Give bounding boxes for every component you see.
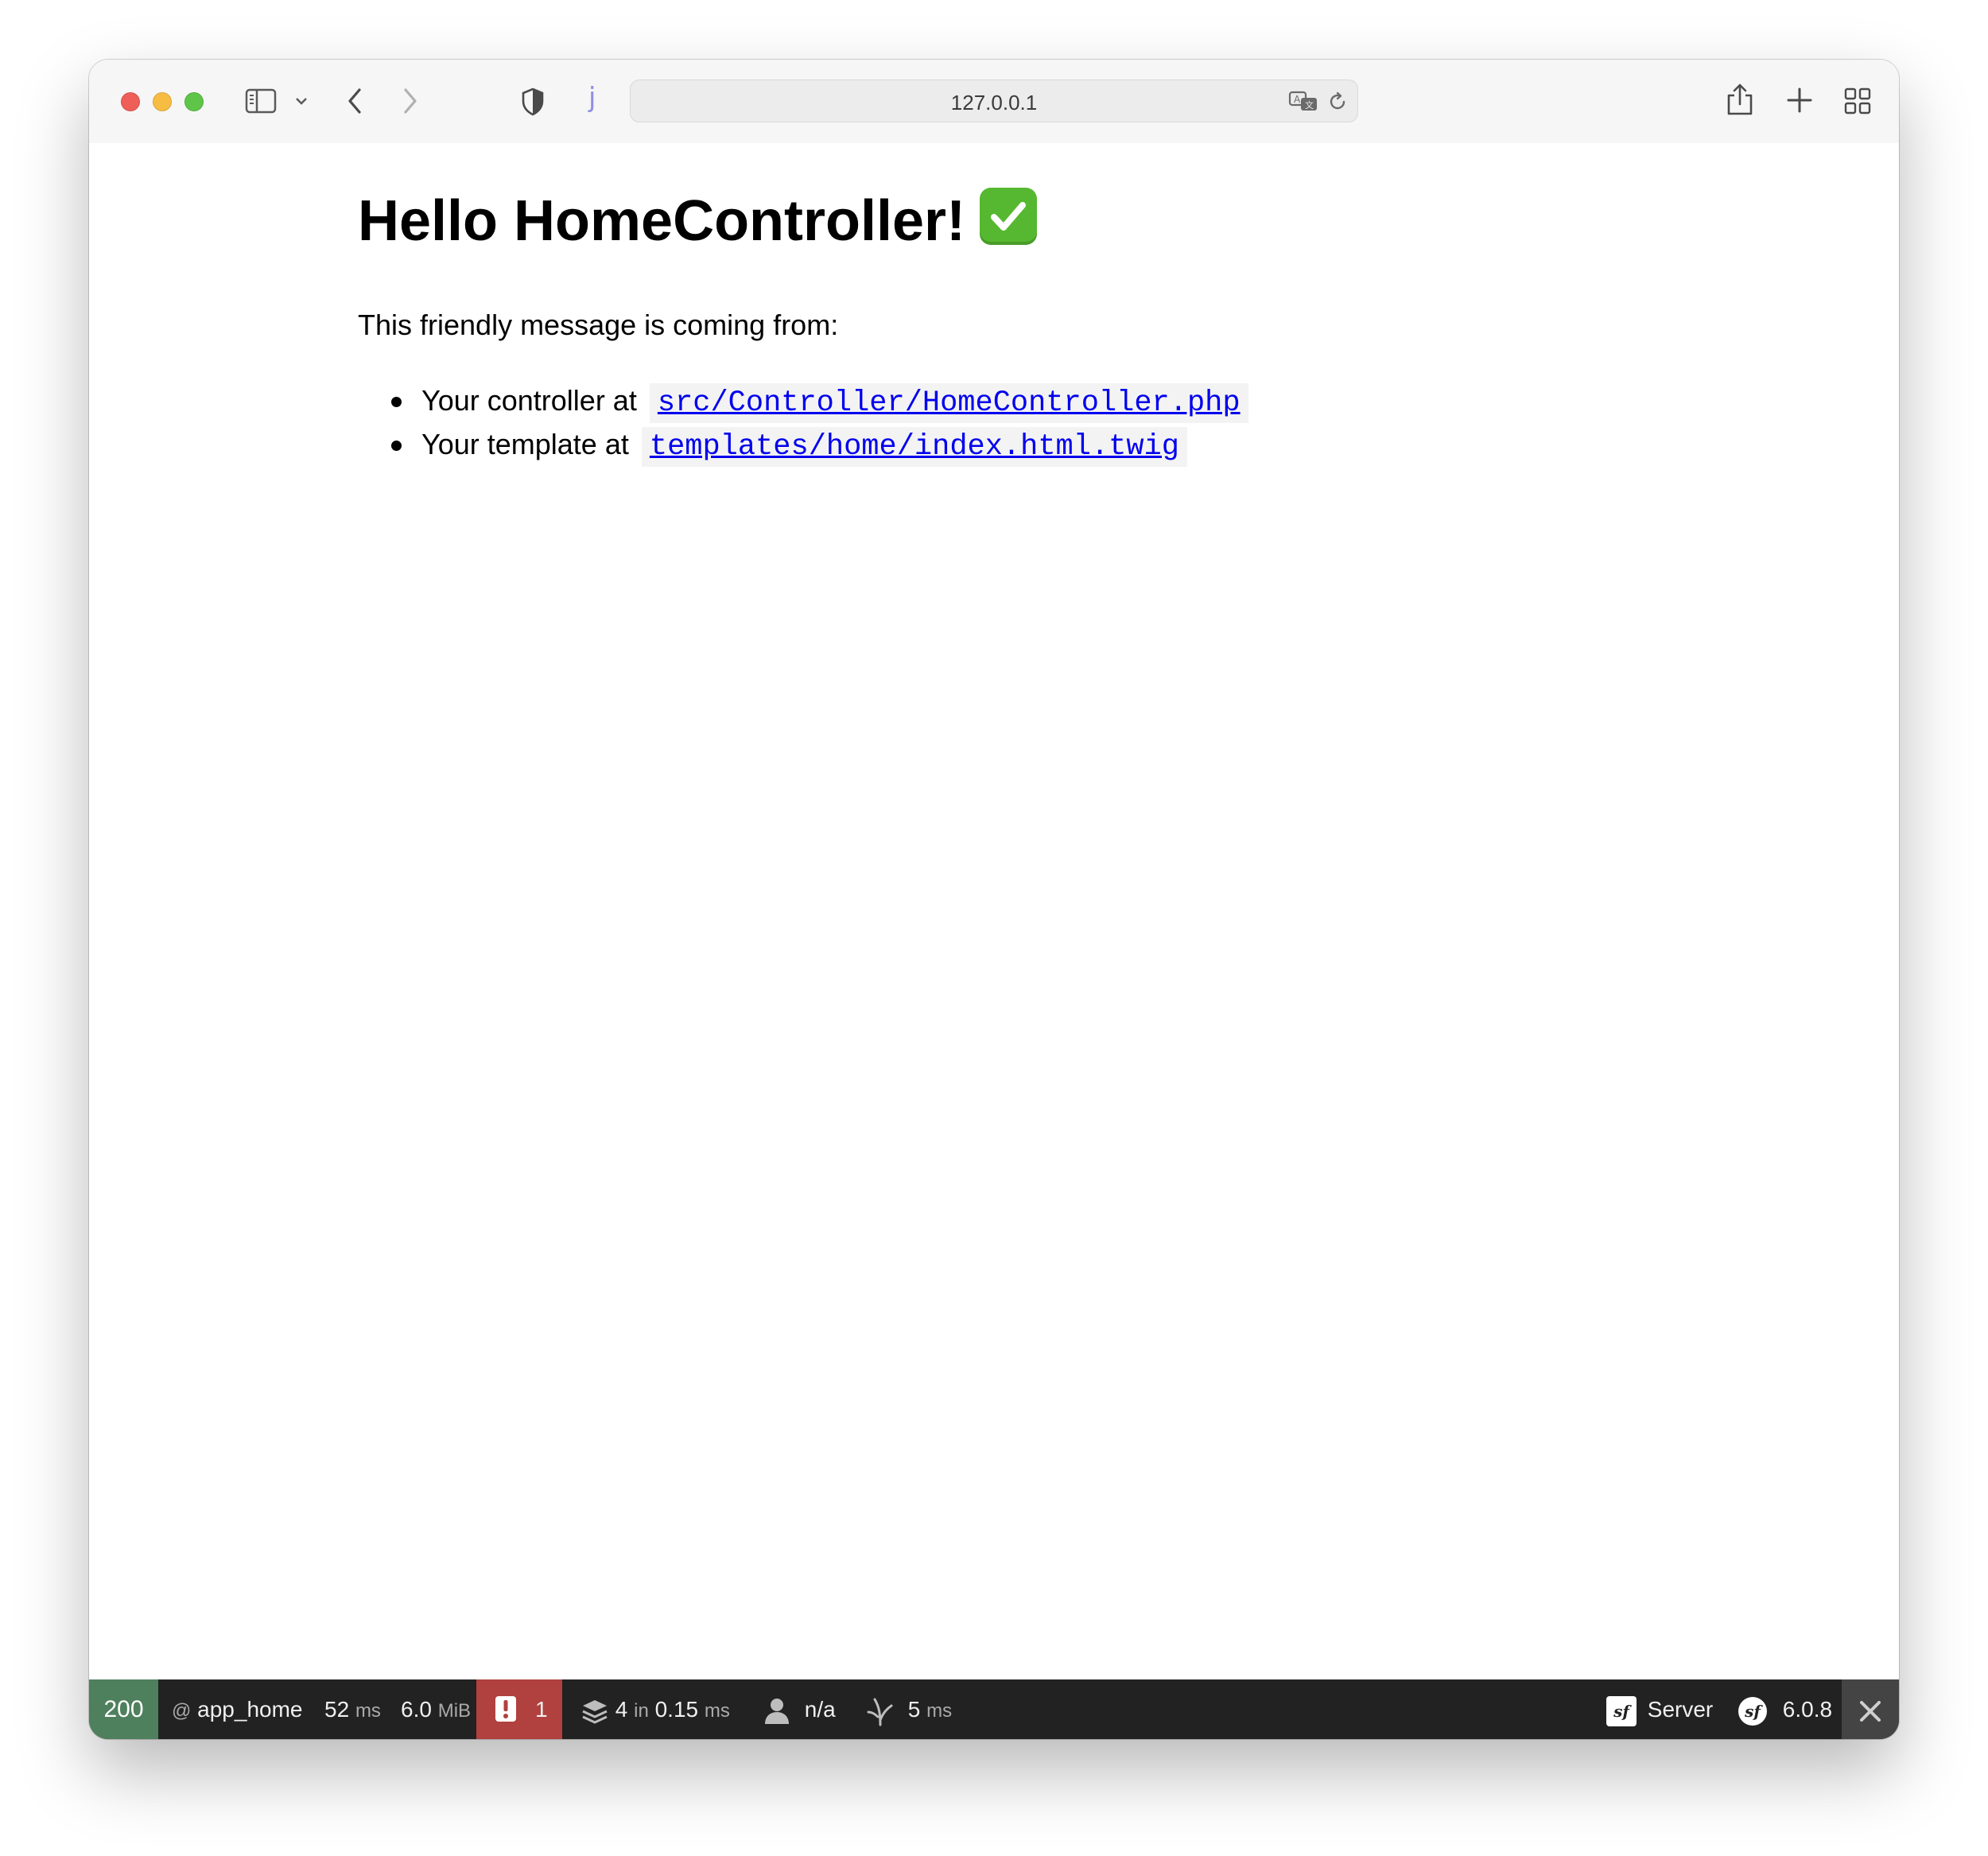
back-icon[interactable]	[345, 87, 364, 115]
user-value: n/a	[804, 1697, 836, 1722]
forward-icon[interactable]	[401, 87, 420, 115]
share-icon[interactable]	[1726, 82, 1754, 117]
svg-text:文: 文	[1305, 99, 1314, 111]
intro-text: This friendly message is coming from:	[358, 309, 839, 341]
cache-count: 4	[615, 1697, 628, 1722]
reader-j-icon[interactable]: j	[588, 82, 596, 114]
server-panel[interactable]: sf Server	[1606, 1679, 1713, 1739]
symfony-version: 6.0.8	[1782, 1697, 1833, 1722]
security-panel[interactable]: n/a	[763, 1679, 836, 1739]
list-item: Your template at templates/home/index.ht…	[358, 422, 1248, 467]
memory-value: 6.0	[401, 1697, 432, 1722]
time-unit: ms	[355, 1700, 381, 1722]
tab-overview-icon[interactable]	[1843, 87, 1872, 115]
privacy-shield-icon[interactable]	[520, 87, 546, 117]
cache-panel[interactable]: 4 in 0.15 ms	[580, 1679, 730, 1739]
hide-toolbar-button[interactable]	[1842, 1679, 1899, 1739]
server-label: Server	[1647, 1697, 1714, 1722]
check-mark-icon	[980, 188, 1038, 245]
route-name: app_home	[197, 1697, 303, 1722]
close-window-button[interactable]	[121, 92, 140, 111]
page-content: Hello HomeController! This friendly mess…	[89, 143, 1899, 1679]
controller-path-link[interactable]: src/Controller/HomeController.php	[649, 383, 1248, 423]
layers-icon	[582, 1699, 608, 1724]
twig-unit: ms	[926, 1700, 953, 1722]
twig-panel[interactable]: 5 ms	[867, 1679, 952, 1739]
new-tab-icon[interactable]	[1786, 87, 1813, 114]
route-panel[interactable]: @ app_home	[172, 1679, 303, 1739]
reload-icon[interactable]	[1326, 91, 1349, 113]
twig-icon	[867, 1698, 893, 1726]
time-panel[interactable]: 52 ms	[324, 1679, 381, 1739]
source-list: Your controller at src/Controller/HomeCo…	[358, 379, 1248, 467]
chevron-down-icon[interactable]	[294, 96, 309, 106]
browser-toolbar: j 127.0.0.1 A 文	[89, 60, 1899, 145]
cache-time: 0.15	[654, 1697, 699, 1722]
cache-in: in	[634, 1700, 649, 1722]
time-value: 52	[324, 1697, 350, 1722]
error-count: 1	[535, 1697, 548, 1722]
bullet	[391, 397, 402, 407]
route-at-sign: @	[172, 1700, 192, 1722]
cache-unit: ms	[704, 1700, 730, 1722]
close-icon	[1860, 1700, 1881, 1722]
address-text: 127.0.0.1	[950, 91, 1038, 115]
minimize-window-button[interactable]	[153, 92, 172, 111]
template-path-link[interactable]: templates/home/index.html.twig	[641, 427, 1187, 467]
zoom-window-button[interactable]	[184, 92, 204, 111]
symfony-debug-toolbar: 200 @ app_home 52 ms 6.0 MiB 1 4 in 0.15…	[89, 1679, 1899, 1739]
status-code-badge[interactable]: 200	[89, 1679, 158, 1739]
browser-window: j 127.0.0.1 A 文 Hello HomeController! Th…	[89, 60, 1899, 1739]
list-item-prefix: Your template at	[421, 428, 629, 460]
twig-time: 5	[907, 1697, 921, 1722]
page-title-text: Hello HomeController!	[358, 189, 966, 253]
list-item-prefix: Your controller at	[421, 384, 637, 417]
exclamation-icon	[495, 1696, 516, 1722]
list-item: Your controller at src/Controller/HomeCo…	[358, 379, 1248, 423]
symfony-version-panel[interactable]: sf 6.0.8	[1738, 1679, 1832, 1739]
svg-text:A: A	[1294, 94, 1301, 105]
page-title: Hello HomeController!	[358, 188, 1038, 253]
translate-icon[interactable]: A 文	[1288, 89, 1320, 115]
memory-panel[interactable]: 6.0 MiB	[401, 1679, 471, 1739]
address-bar[interactable]: 127.0.0.1 A 文	[630, 80, 1358, 122]
bullet	[391, 441, 402, 451]
user-icon	[765, 1698, 789, 1724]
symfony-server-icon: sf	[1606, 1695, 1637, 1726]
symfony-logo-icon: sf	[1738, 1696, 1767, 1726]
sidebar-icon[interactable]	[245, 88, 277, 114]
memory-unit: MiB	[437, 1700, 472, 1722]
errors-panel[interactable]: 1	[476, 1679, 562, 1739]
